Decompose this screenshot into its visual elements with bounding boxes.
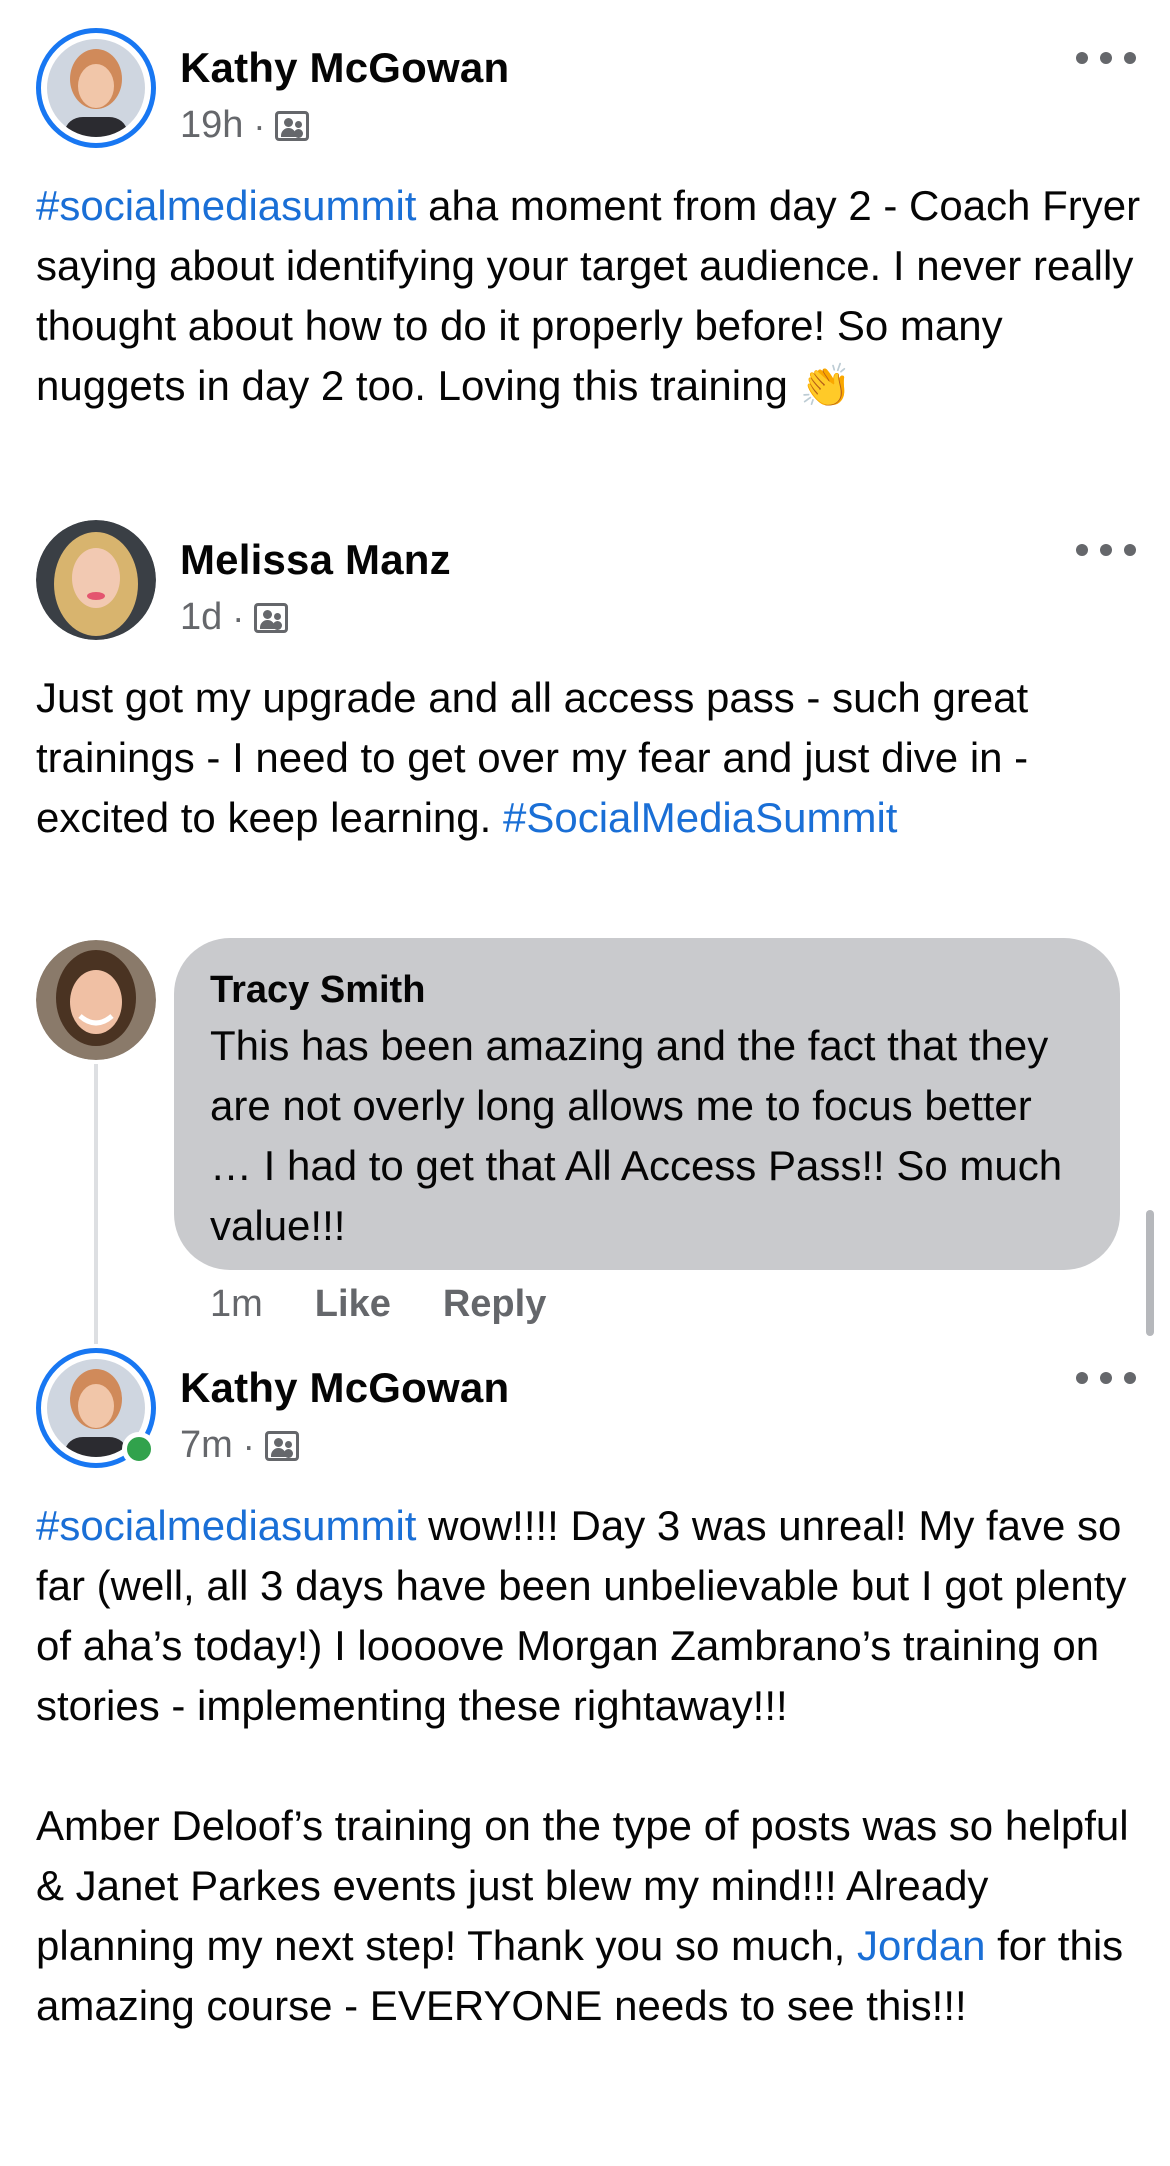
reply-button[interactable]: Reply [443,1283,546,1326]
author-name[interactable]: Kathy McGowan [180,1364,509,1412]
group-icon [254,602,289,633]
post-body: #socialmediasummit wow!!!! Day 3 was unr… [36,1496,1146,2036]
post-body: Just got my upgrade and all access pass … [36,668,1146,848]
online-status-icon [122,1432,156,1466]
meta-separator: · [253,104,266,146]
author-name[interactable]: Melissa Manz [180,536,451,584]
avatar[interactable] [36,28,156,148]
like-button[interactable]: Like [315,1283,391,1326]
comment-avatar[interactable] [36,940,156,1060]
comment-bubble[interactable]: Tracy Smith This has been amazing and th… [174,938,1120,1270]
group-icon [275,110,310,141]
hashtag-link[interactable]: #socialmediasummit [36,1502,416,1549]
hashtag-link[interactable]: #socialmediasummit [36,182,416,229]
more-options-icon[interactable] [1076,48,1136,68]
post-time[interactable]: 19h [180,104,243,147]
avatar-photo [36,520,156,640]
post-time[interactable]: 1d [180,596,222,639]
author-name[interactable]: Kathy McGowan [180,44,509,92]
meta-separator: · [232,596,245,638]
hashtag-link[interactable]: #SocialMediaSummit [503,794,898,841]
mention-link[interactable]: Jordan [857,1922,985,1969]
post-text: wow!!!! Day 3 was unreal! My fave so far… [36,1502,1129,1969]
comment-time: 1m [210,1283,263,1325]
avatar-photo [36,940,156,1060]
comment-author[interactable]: Tracy Smith [210,966,1084,1014]
meta-separator: · [242,1424,255,1466]
more-options-icon[interactable] [1076,540,1136,560]
thread-line [94,1064,98,1344]
avatar[interactable] [36,520,156,640]
group-icon [264,1430,299,1461]
post-meta: 7m · [180,1424,299,1467]
post-body: #socialmediasummit aha moment from day 2… [36,176,1146,416]
post-time[interactable]: 7m [180,1424,233,1467]
more-options-icon[interactable] [1076,1368,1136,1388]
comment-actions: 1m Like Reply [210,1283,546,1326]
comment-text: This has been amazing and the fact that … [210,1022,1063,1249]
avatar-photo [47,39,145,137]
scrollbar[interactable] [1146,1210,1154,1336]
post-meta: 19h · [180,104,310,147]
post-meta: 1d · [180,596,289,639]
